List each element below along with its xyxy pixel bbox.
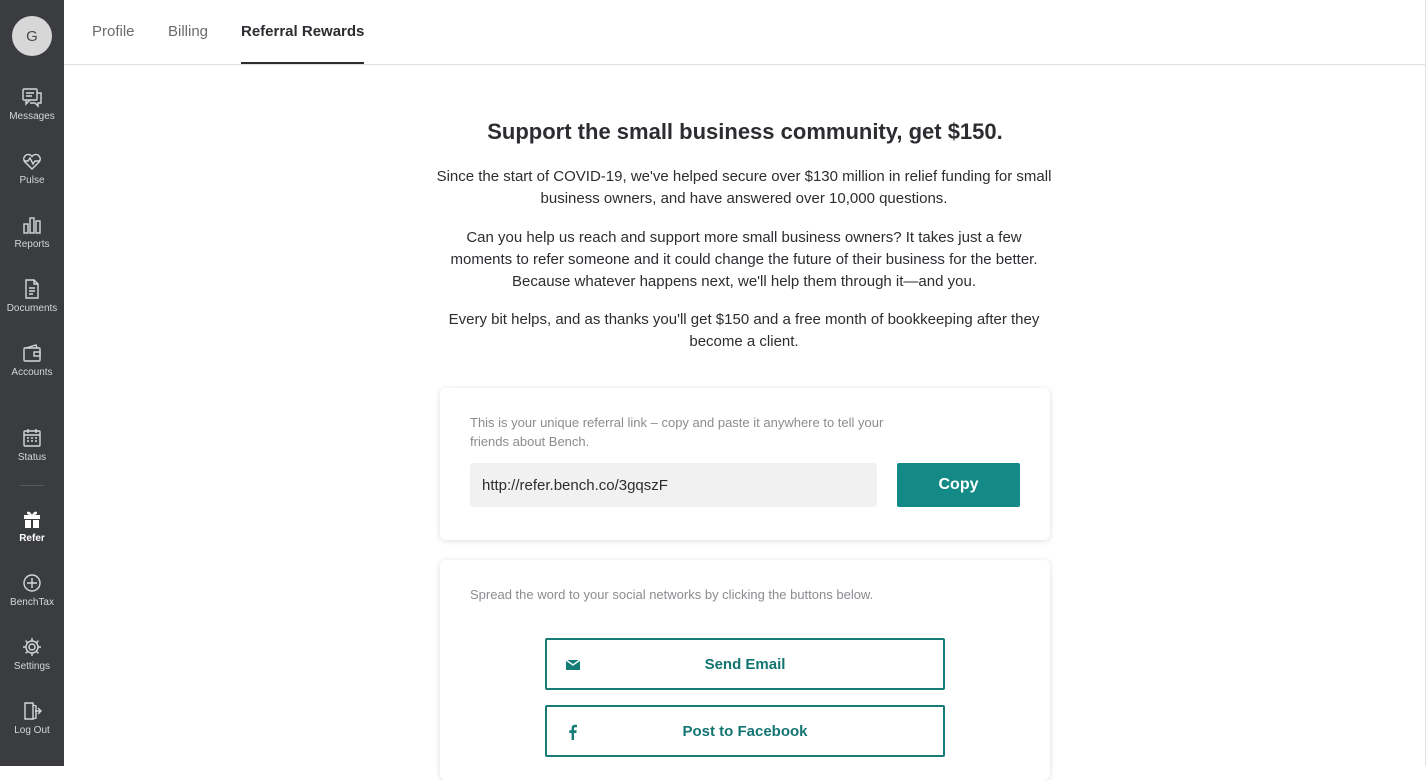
intro-paragraph: Since the start of COVID-19, we've helpe… bbox=[436, 168, 1052, 207]
social-share-note: Spread the word to your social networks … bbox=[470, 587, 874, 602]
ask-paragraph: Can you help us reach and support more s… bbox=[450, 229, 1038, 290]
pulse-icon bbox=[23, 153, 41, 170]
benchtax-icon bbox=[23, 574, 41, 592]
sidebar-item-messages[interactable]: Messages bbox=[0, 86, 64, 136]
tab-referral-rewards[interactable]: Referral Rewards bbox=[241, 0, 365, 64]
logout-icon bbox=[24, 702, 42, 720]
sidebar-item-accounts[interactable]: Accounts bbox=[0, 342, 64, 392]
reward-paragraph: Every bit helps, and as thanks you'll ge… bbox=[448, 311, 1040, 350]
sidebar-item-benchtax[interactable]: BenchTax bbox=[0, 572, 64, 622]
sidebar-item-label: Settings bbox=[13, 661, 51, 672]
facebook-icon bbox=[569, 724, 577, 740]
tab-profile[interactable]: Profile bbox=[92, 0, 135, 64]
sidebar-item-label: Documents bbox=[6, 303, 58, 314]
sidebar-item-pulse[interactable]: Pulse bbox=[0, 150, 64, 200]
send-email-button[interactable]: Send Email bbox=[545, 638, 945, 690]
gift-icon bbox=[24, 511, 40, 528]
referral-link-note: This is your unique referral link – copy… bbox=[470, 415, 884, 449]
sidebar-item-label: Log Out bbox=[14, 725, 50, 736]
post-to-facebook-button[interactable]: Post to Facebook bbox=[545, 705, 945, 757]
main-content: Support the small business community, ge… bbox=[64, 65, 1426, 780]
social-share-card: Spread the word to your social networks … bbox=[440, 560, 1050, 780]
referral-link-field[interactable] bbox=[470, 463, 877, 507]
sidebar-item-label: Accounts bbox=[11, 367, 53, 378]
sidebar-item-label: Status bbox=[17, 452, 47, 463]
sidebar-item-status[interactable]: Status bbox=[0, 427, 64, 477]
messages-icon bbox=[22, 88, 42, 108]
post-to-facebook-label: Post to Facebook bbox=[682, 722, 808, 740]
reports-icon bbox=[23, 217, 41, 234]
send-email-label: Send Email bbox=[704, 655, 786, 673]
sidebar-item-documents[interactable]: Documents bbox=[0, 278, 64, 328]
referral-link-card: This is your unique referral link – copy… bbox=[440, 388, 1050, 540]
sidebar-item-reports[interactable]: Reports bbox=[0, 214, 64, 264]
tab-billing[interactable]: Billing bbox=[168, 0, 208, 64]
accounts-icon bbox=[23, 344, 41, 362]
sidebar-item-label: Refer bbox=[19, 533, 45, 544]
sidebar-item-label: BenchTax bbox=[10, 597, 54, 608]
copy-button[interactable]: Copy bbox=[897, 463, 1020, 507]
sidebar-item-logout[interactable]: Log Out bbox=[0, 700, 64, 750]
sidebar-item-label: Messages bbox=[9, 111, 55, 122]
sidebar-item-label: Reports bbox=[14, 239, 50, 250]
settings-tabs: Profile Billing Referral Rewards bbox=[64, 0, 1426, 65]
gear-icon bbox=[23, 638, 41, 656]
envelope-icon bbox=[565, 659, 581, 670]
sidebar-divider bbox=[20, 485, 44, 486]
sidebar-item-settings[interactable]: Settings bbox=[0, 636, 64, 686]
sidebar-item-refer[interactable]: Refer bbox=[0, 508, 64, 558]
page-title: Support the small business community, ge… bbox=[487, 119, 1003, 144]
avatar[interactable]: G bbox=[12, 16, 52, 56]
documents-icon bbox=[25, 279, 39, 299]
calendar-icon bbox=[23, 429, 41, 447]
sidebar-item-label: Pulse bbox=[19, 175, 45, 186]
sidebar: G Messages Pulse Reports Documents Accou… bbox=[0, 0, 64, 766]
